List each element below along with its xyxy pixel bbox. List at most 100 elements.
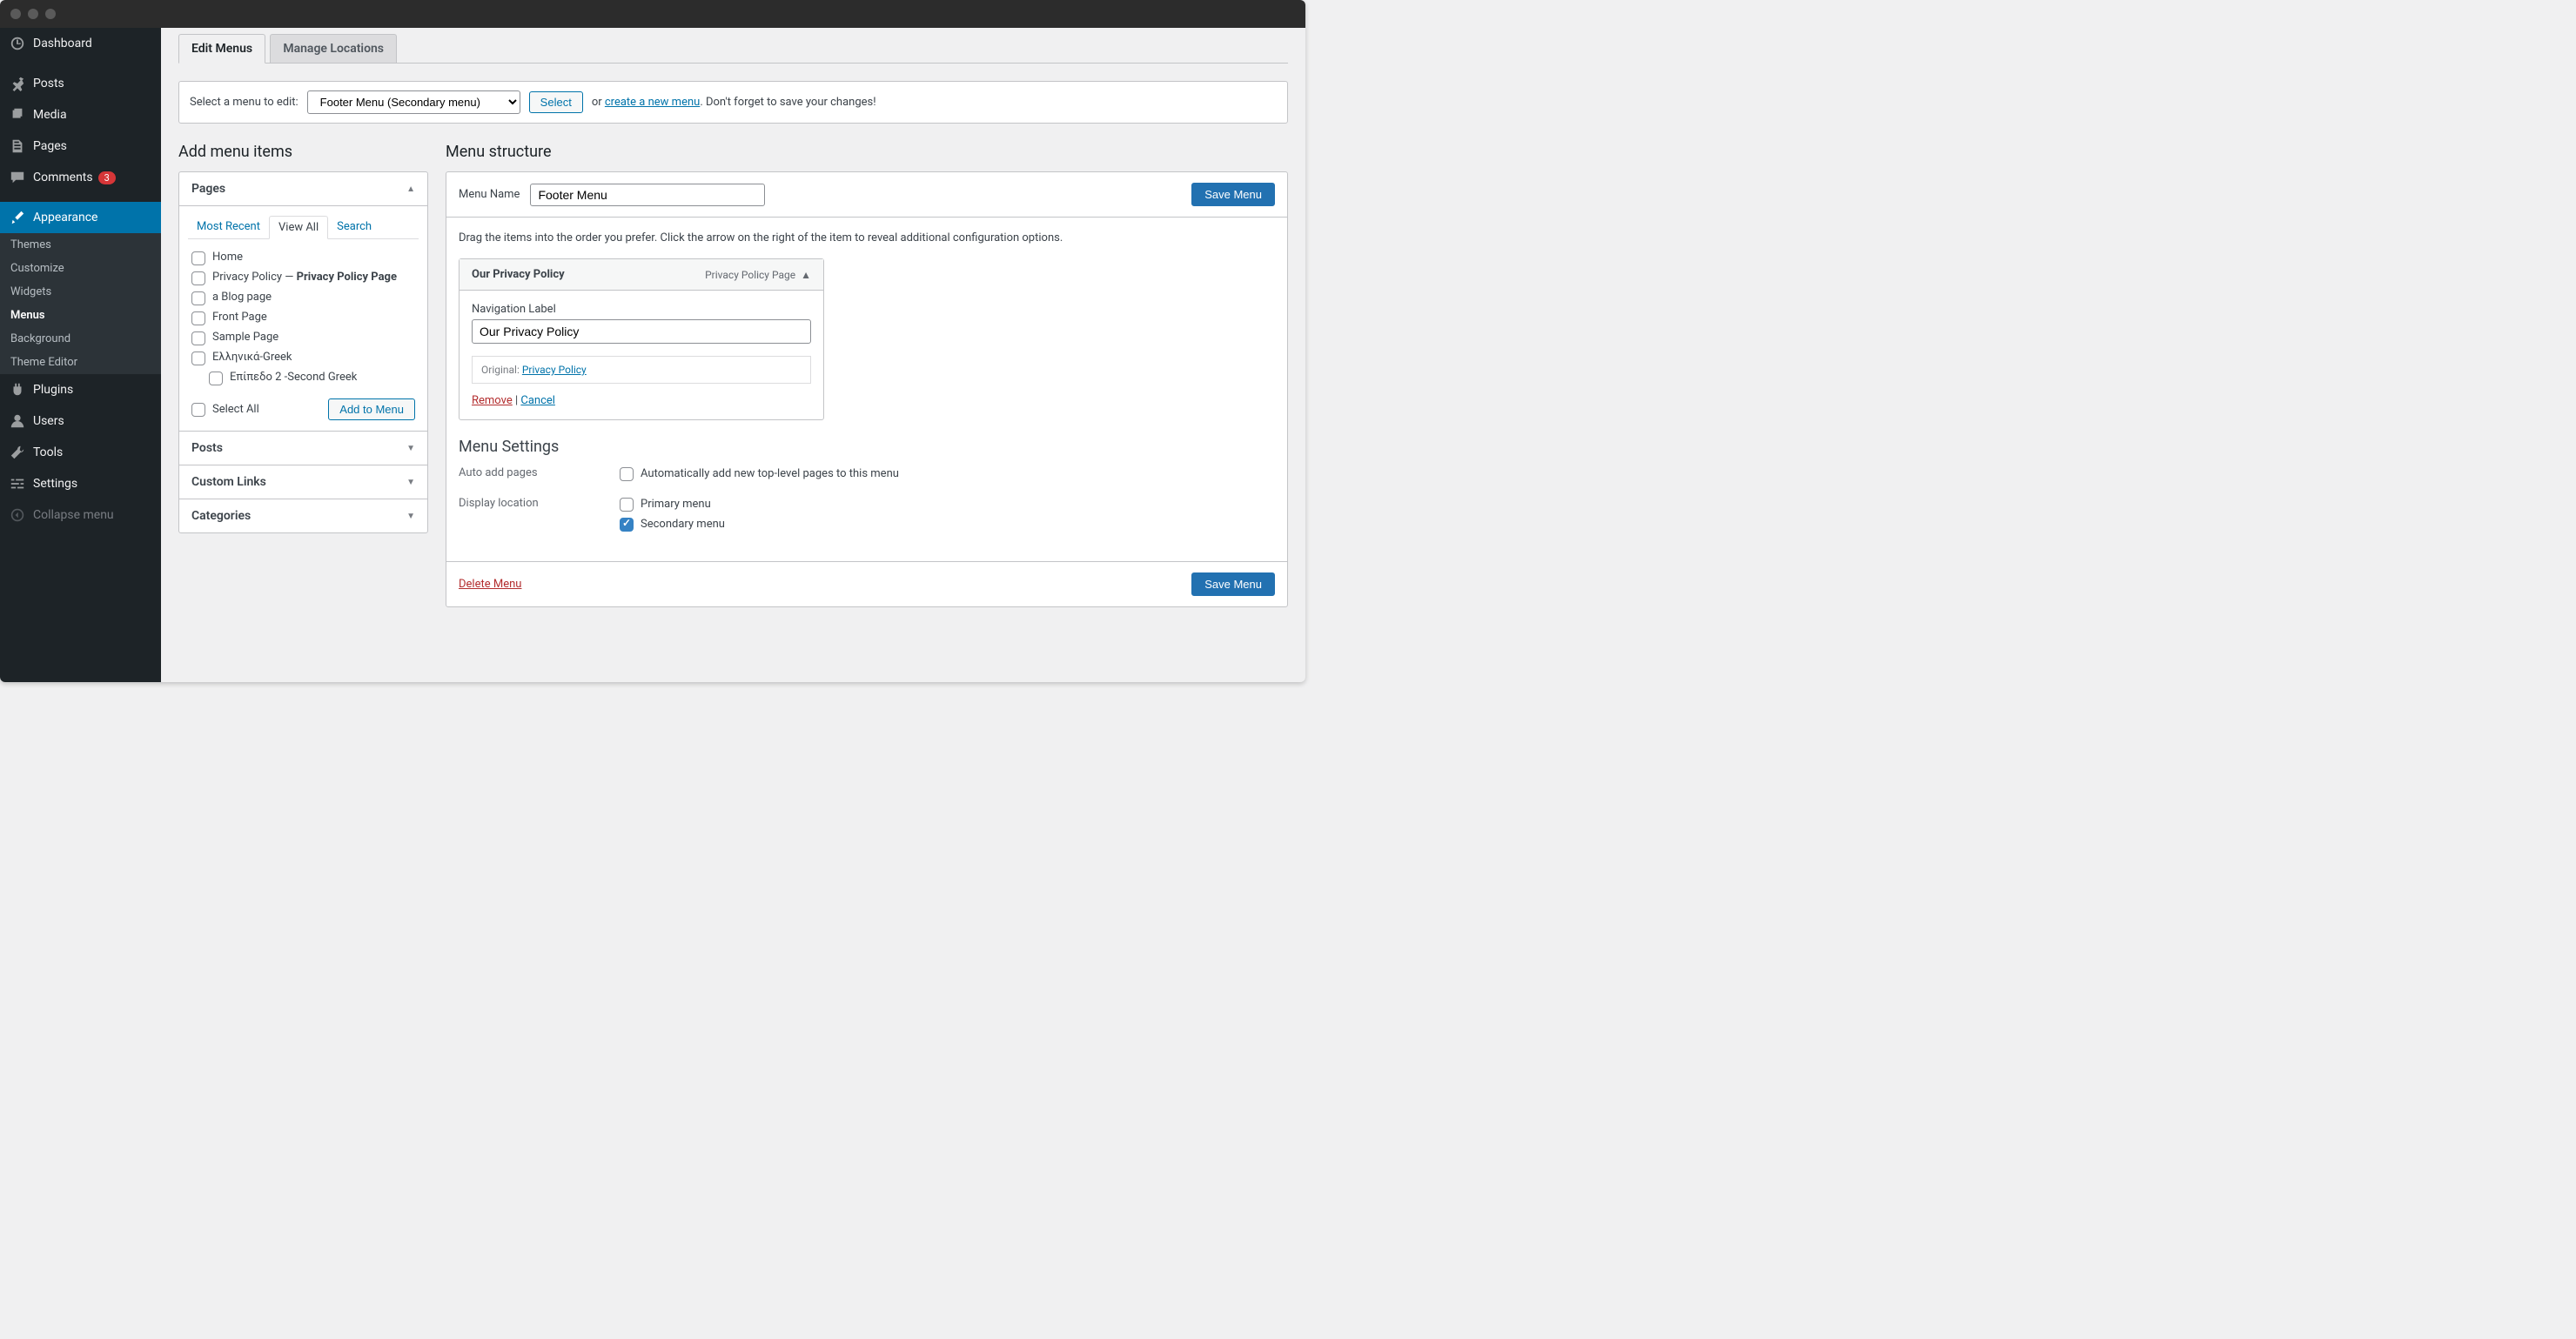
menu-item-title: Our Privacy Policy xyxy=(472,268,565,281)
collapse-menu[interactable]: Collapse menu xyxy=(0,499,161,531)
pages-list: Home Privacy Policy — Privacy Policy Pag… xyxy=(179,246,427,390)
sidebar-label: Comments xyxy=(33,171,93,184)
top-tabs: Edit Menus Manage Locations xyxy=(178,28,1288,64)
plugin-icon xyxy=(9,381,26,398)
select-suffix: or create a new menu. Don't forget to sa… xyxy=(592,96,876,109)
menu-name-label: Menu Name xyxy=(459,188,520,201)
sidebar-item-dashboard[interactable]: Dashboard xyxy=(0,28,161,59)
add-to-menu-button[interactable]: Add to Menu xyxy=(328,398,415,420)
sidebar-item-media[interactable]: Media xyxy=(0,99,161,131)
user-icon xyxy=(9,412,26,430)
save-menu-button-top[interactable]: Save Menu xyxy=(1191,183,1275,206)
create-menu-link[interactable]: create a new menu xyxy=(605,96,700,109)
window-dot xyxy=(45,9,56,19)
comments-badge: 3 xyxy=(98,171,116,184)
inner-tab-search[interactable]: Search xyxy=(328,216,380,239)
checkbox[interactable] xyxy=(620,467,634,481)
sidebar-label: Pages xyxy=(33,139,67,153)
delete-menu-link[interactable]: Delete Menu xyxy=(459,578,521,591)
menu-item-head[interactable]: Our Privacy Policy Privacy Policy Page▲ xyxy=(460,259,823,291)
select-all[interactable]: Select All xyxy=(191,402,259,417)
menu-settings-title: Menu Settings xyxy=(459,438,1275,456)
sidebar-label: Tools xyxy=(33,445,63,459)
sub-menus[interactable]: Menus xyxy=(0,304,161,327)
auto-add-option[interactable]: Automatically add new top-level pages to… xyxy=(620,466,1275,481)
sidebar-item-pages[interactable]: Pages xyxy=(0,131,161,162)
sub-themes[interactable]: Themes xyxy=(0,233,161,257)
sidebar-item-settings[interactable]: Settings xyxy=(0,468,161,499)
checkbox[interactable] xyxy=(191,403,205,417)
auto-add-label: Auto add pages xyxy=(459,466,620,486)
drag-instruction: Drag the items into the order you prefer… xyxy=(459,231,1275,244)
menu-name-input[interactable] xyxy=(530,184,765,206)
sidebar-label: Dashboard xyxy=(33,37,92,50)
sidebar-label: Users xyxy=(33,414,64,428)
pages-icon xyxy=(9,137,26,155)
dashboard-icon xyxy=(9,35,26,52)
tab-edit-menus[interactable]: Edit Menus xyxy=(178,34,265,64)
posts-header[interactable]: Posts ▼ xyxy=(179,431,427,465)
checkbox[interactable] xyxy=(191,271,205,285)
select-button[interactable]: Select xyxy=(529,91,583,113)
page-item: a Blog page xyxy=(191,288,415,308)
pages-inner-tabs: Most Recent View All Search xyxy=(188,215,419,239)
caret-up-icon: ▲ xyxy=(801,269,811,281)
sidebar-label: Settings xyxy=(33,477,77,491)
original-box: Original: Privacy Policy xyxy=(472,356,811,384)
secondary-menu-option[interactable]: Secondary menu xyxy=(620,517,1275,532)
main-content: Edit Menus Manage Locations Select a men… xyxy=(161,28,1305,682)
menu-item-actions: Remove | Cancel xyxy=(472,394,811,407)
sidebar-label: Appearance xyxy=(33,211,97,224)
tab-manage-locations[interactable]: Manage Locations xyxy=(270,34,397,63)
save-menu-button-bottom[interactable]: Save Menu xyxy=(1191,572,1275,596)
comment-icon xyxy=(9,169,26,186)
checkbox[interactable] xyxy=(620,498,634,512)
sub-widgets[interactable]: Widgets xyxy=(0,280,161,304)
menu-select[interactable]: Footer Menu (Secondary menu) xyxy=(307,90,520,114)
page-item: Επίπεδο 2 -Second Greek xyxy=(191,368,415,388)
inner-tab-viewall[interactable]: View All xyxy=(269,216,328,239)
add-items-accordion: Pages ▲ Most Recent View All Search Home xyxy=(178,171,428,533)
remove-link[interactable]: Remove xyxy=(472,394,513,407)
admin-sidebar: Dashboard Posts Media Pages Comments 3 xyxy=(0,28,161,682)
pin-icon xyxy=(9,75,26,92)
checkbox[interactable] xyxy=(191,331,205,345)
custom-links-header[interactable]: Custom Links ▼ xyxy=(179,465,427,499)
categories-header[interactable]: Categories ▼ xyxy=(179,499,427,532)
menu-item-type: Privacy Policy Page▲ xyxy=(705,269,811,281)
checkbox-checked[interactable] xyxy=(620,518,634,532)
inner-tab-recent[interactable]: Most Recent xyxy=(188,216,269,239)
caret-down-icon: ▼ xyxy=(406,478,415,487)
sidebar-item-users[interactable]: Users xyxy=(0,405,161,437)
checkbox[interactable] xyxy=(191,251,205,265)
sidebar-item-appearance[interactable]: Appearance xyxy=(0,202,161,233)
sidebar-label: Media xyxy=(33,108,67,122)
sidebar-item-tools[interactable]: Tools xyxy=(0,437,161,468)
menu-structure-panel: Menu Name Save Menu Drag the items into … xyxy=(446,171,1288,607)
media-icon xyxy=(9,106,26,124)
primary-menu-option[interactable]: Primary menu xyxy=(620,497,1275,512)
checkbox[interactable] xyxy=(191,311,205,325)
sidebar-item-plugins[interactable]: Plugins xyxy=(0,374,161,405)
app-window: Dashboard Posts Media Pages Comments 3 xyxy=(0,0,1305,682)
menu-select-bar: Select a menu to edit: Footer Menu (Seco… xyxy=(178,81,1288,124)
sub-background[interactable]: Background xyxy=(0,327,161,351)
caret-down-icon: ▼ xyxy=(406,444,415,453)
nav-label-input[interactable] xyxy=(472,319,811,344)
checkbox[interactable] xyxy=(209,372,223,385)
collapse-label: Collapse menu xyxy=(33,508,114,522)
pages-header[interactable]: Pages ▲ xyxy=(179,172,427,206)
sidebar-item-posts[interactable]: Posts xyxy=(0,68,161,99)
nav-label: Navigation Label xyxy=(472,303,811,316)
checkbox[interactable] xyxy=(191,351,205,365)
sub-customize[interactable]: Customize xyxy=(0,257,161,280)
original-link[interactable]: Privacy Policy xyxy=(522,364,587,376)
window-dot xyxy=(28,9,38,19)
collapse-icon xyxy=(9,506,26,524)
sidebar-item-comments[interactable]: Comments 3 xyxy=(0,162,161,193)
page-item: Front Page xyxy=(191,308,415,328)
checkbox[interactable] xyxy=(191,291,205,305)
sub-theme-editor[interactable]: Theme Editor xyxy=(0,351,161,374)
add-items-title: Add menu items xyxy=(178,143,428,161)
cancel-link[interactable]: Cancel xyxy=(520,394,555,407)
